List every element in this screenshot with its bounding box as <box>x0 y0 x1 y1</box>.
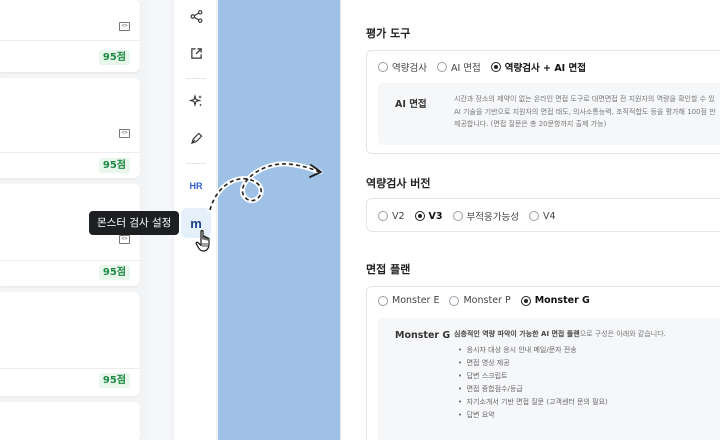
description-title: Monster G <box>395 330 451 341</box>
assessment-tool-box: 역량검사 AI 면접 역량검사 + AI 면접 AI 면접 시간과 장소의 제약… <box>366 50 720 154</box>
code-icon[interactable]: <> <box>119 22 130 31</box>
version-box: V2 V3 부적응가능성 V4 <box>366 198 720 232</box>
candidate-card[interactable]: 95점 <box>0 292 140 396</box>
plan-feature-item: • 면접 영상 제공 <box>458 359 510 367</box>
candidate-card[interactable] <box>0 402 140 440</box>
description-title: AI 면접 <box>395 99 427 110</box>
candidate-card[interactable]: <> 95점 <box>0 0 140 72</box>
option-monster-g[interactable]: Monster G <box>520 295 590 306</box>
plan-feature-item: • 자기소개서 기반 면접 질문 (고객센터 문의 필요) <box>458 398 608 406</box>
score-badge: 95점 <box>98 50 130 65</box>
interview-plan-title: 면접 플랜 <box>366 263 411 276</box>
code-icon[interactable]: <> <box>119 129 130 138</box>
description-text: 시간과 장소의 제약이 없는 온라인 면접 도구로 대면면접 전 지원자의 역량… <box>454 95 716 128</box>
option-v4[interactable]: V4 <box>528 211 556 222</box>
vertical-toolbar: HR m <box>173 0 217 440</box>
option-v2[interactable]: V2 <box>378 211 405 222</box>
plan-options: Monster E Monster P Monster G <box>378 295 600 306</box>
option-v3[interactable]: V3 <box>414 211 443 222</box>
dashed-arrow-icon <box>207 161 323 213</box>
candidate-card[interactable]: <> 95점 <box>0 78 140 178</box>
plan-feature-item: • 답변 스크립트 <box>458 372 508 380</box>
code-icon[interactable]: <> <box>119 235 130 244</box>
pen-tool-button[interactable] <box>181 123 211 153</box>
pen-icon <box>190 132 202 144</box>
plan-feature-item: • 응시자 대상 응시 안내 메일/문자 전송 <box>458 346 577 354</box>
highlight-backdrop <box>218 0 340 440</box>
score-badge: 95점 <box>98 373 130 388</box>
option-competency-plus-ai[interactable]: 역량검사 + AI 면접 <box>490 60 586 74</box>
score-badge: 95점 <box>98 158 130 173</box>
option-ai-interview[interactable]: AI 면접 <box>436 60 481 74</box>
option-monster-p[interactable]: Monster P <box>449 295 511 306</box>
monster-settings-tooltip: 몬스터 검사 설정 <box>89 211 180 235</box>
toolbar-divider <box>186 78 206 79</box>
ai-interview-description: AI 면접 시간과 장소의 제약이 없는 온라인 면접 도구로 대면면접 전 지… <box>378 83 720 145</box>
share-icon <box>190 9 202 23</box>
interview-plan-box: Monster E Monster P Monster G Monster G … <box>366 286 720 440</box>
share-button[interactable] <box>181 1 211 31</box>
candidate-card[interactable]: <> 95점 <box>0 184 140 286</box>
score-badge: 95점 <box>98 265 130 280</box>
sparkle-icon <box>189 94 202 108</box>
open-external-button[interactable] <box>181 38 211 68</box>
assessment-tool-options: 역량검사 AI 면접 역량검사 + AI 면접 <box>378 60 596 74</box>
settings-panel: 평가 도구 역량검사 AI 면접 역량검사 + AI 면접 AI 면접 시간과 … <box>340 0 720 440</box>
hand-cursor-icon <box>195 229 210 252</box>
option-competency-test[interactable]: 역량검사 <box>378 60 427 74</box>
version-options: V2 V3 부적응가능성 V4 <box>378 209 566 223</box>
option-maladjustment[interactable]: 부적응가능성 <box>452 209 519 223</box>
plan-feature-item: • 답변 요약 <box>458 411 495 419</box>
description-intro: 심층적인 역량 파악이 가능한 AI 면접 플랜으로 구성은 아래와 같습니다. <box>454 330 666 338</box>
assessment-tool-title: 평가 도구 <box>366 27 411 40</box>
option-monster-e[interactable]: Monster E <box>378 295 439 306</box>
ai-sparkle-button[interactable] <box>181 86 211 116</box>
version-title: 역량검사 버전 <box>366 177 431 190</box>
plan-feature-item: • 면접 종합점수/등급 <box>458 385 523 393</box>
monster-g-description: Monster G 심층적인 역량 파악이 가능한 AI 면접 플랜으로 구성은… <box>378 318 720 440</box>
external-link-icon <box>190 47 202 59</box>
